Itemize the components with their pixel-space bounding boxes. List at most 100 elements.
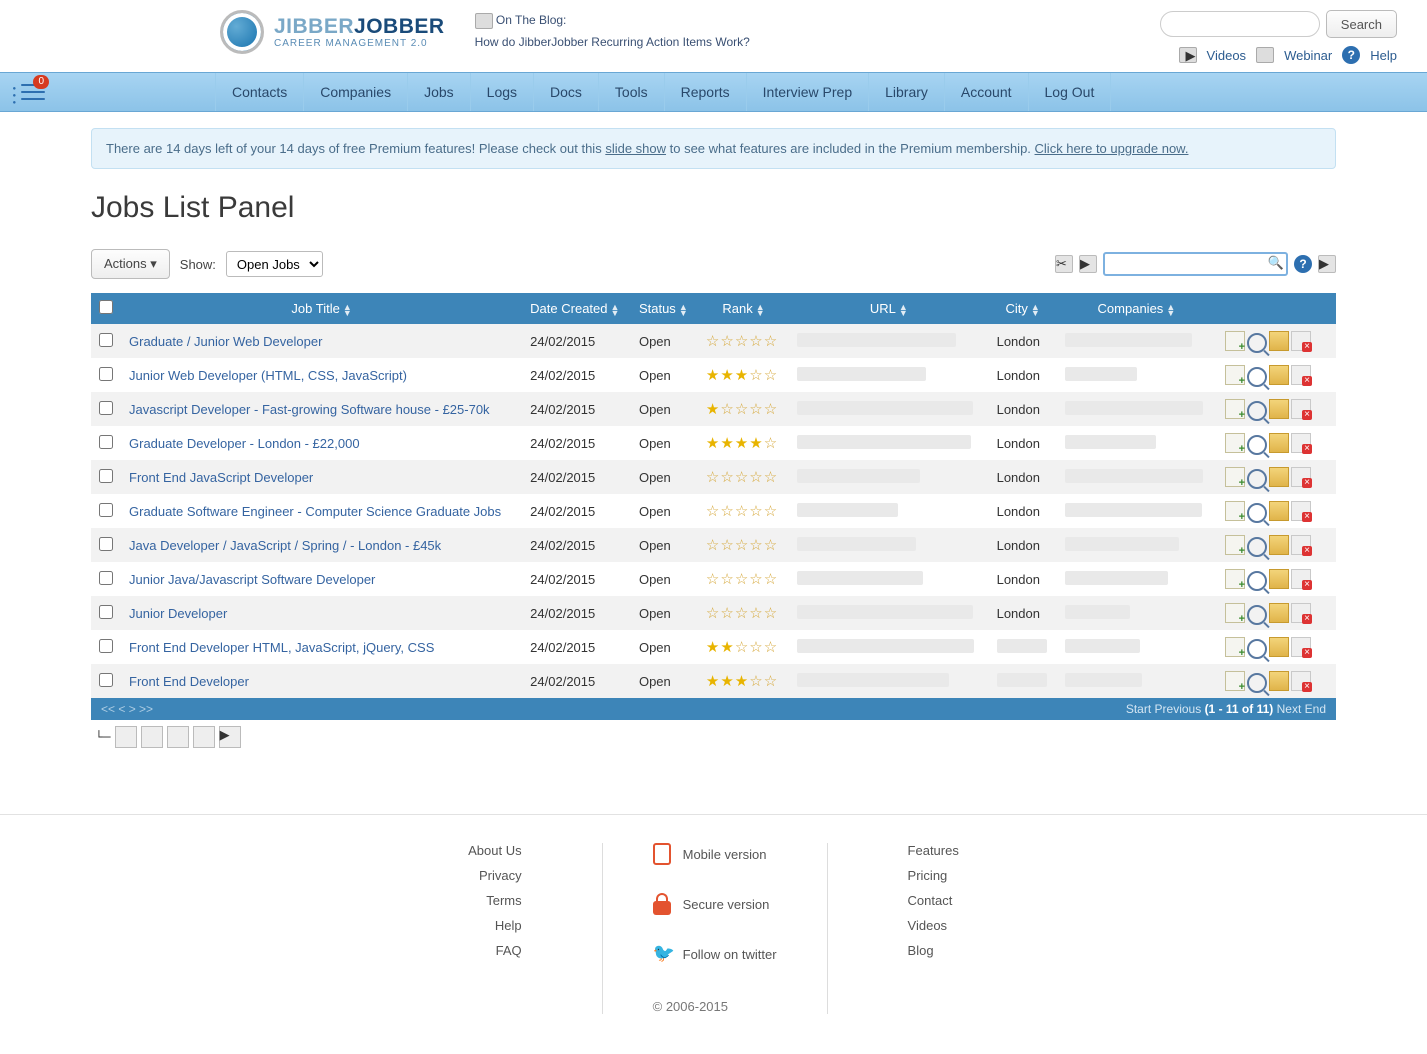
view-icon[interactable] — [1247, 571, 1267, 591]
play-icon[interactable]: ▶ — [219, 726, 241, 748]
nav-jobs[interactable]: Jobs — [407, 73, 470, 111]
export-icon[interactable] — [193, 726, 215, 748]
videos-link[interactable]: Videos — [1207, 48, 1247, 63]
pager-prev[interactable]: Previous — [1155, 702, 1202, 716]
log-icon[interactable] — [1225, 331, 1245, 351]
scissors-icon[interactable]: ✂ — [1055, 255, 1073, 273]
col-url[interactable]: URL▲▼ — [789, 293, 988, 324]
nav-docs[interactable]: Docs — [533, 73, 598, 111]
show-select[interactable]: Open Jobs — [226, 251, 323, 277]
actions-button[interactable]: Actions — [91, 249, 170, 279]
delete-icon[interactable] — [1291, 671, 1311, 691]
play-icon[interactable]: ▶ — [1079, 255, 1097, 273]
edit-icon[interactable] — [1269, 331, 1289, 351]
blog-link[interactable]: How do JibberJobber Recurring Action Ite… — [475, 35, 750, 49]
job-title-link[interactable]: Java Developer / JavaScript / Spring / -… — [129, 538, 441, 553]
row-checkbox[interactable] — [99, 605, 113, 619]
rank-cell[interactable]: ★★★★☆ — [698, 426, 789, 460]
view-icon[interactable] — [1247, 333, 1267, 353]
help-icon[interactable]: ? — [1294, 255, 1312, 273]
select-all-checkbox[interactable] — [99, 300, 113, 314]
delete-icon[interactable] — [1291, 637, 1311, 657]
row-checkbox[interactable] — [99, 367, 113, 381]
secure-link[interactable]: Secure version — [683, 897, 770, 912]
search-input[interactable] — [1160, 11, 1320, 37]
footer-link-help[interactable]: Help — [468, 918, 521, 933]
slideshow-link[interactable]: slide show — [605, 141, 666, 156]
view-icon[interactable] — [1247, 503, 1267, 523]
mobile-link[interactable]: Mobile version — [683, 847, 767, 862]
filter-input[interactable] — [1103, 252, 1288, 276]
edit-icon[interactable] — [1269, 671, 1289, 691]
log-icon[interactable] — [1225, 535, 1245, 555]
delete-icon[interactable] — [1291, 433, 1311, 453]
rank-cell[interactable]: ☆☆☆☆☆ — [698, 596, 789, 630]
footer-link-contact[interactable]: Contact — [908, 893, 959, 908]
row-checkbox[interactable] — [99, 503, 113, 517]
delete-icon[interactable] — [115, 726, 137, 748]
pager-next[interactable]: Next — [1277, 702, 1302, 716]
log-icon[interactable] — [1225, 603, 1245, 623]
col-companies[interactable]: Companies▲▼ — [1057, 293, 1216, 324]
rank-cell[interactable]: ★★☆☆☆ — [698, 630, 789, 664]
view-icon[interactable] — [1247, 673, 1267, 693]
log-icon[interactable] — [1225, 501, 1245, 521]
footer-link-terms[interactable]: Terms — [468, 893, 521, 908]
nav-interview-prep[interactable]: Interview Prep — [746, 73, 868, 111]
log-icon[interactable] — [1225, 467, 1245, 487]
col-job-title[interactable]: Job Title▲▼ — [121, 293, 522, 324]
view-icon[interactable] — [1247, 605, 1267, 625]
delete-icon[interactable] — [1291, 399, 1311, 419]
nav-library[interactable]: Library — [868, 73, 944, 111]
log-icon[interactable] — [1225, 637, 1245, 657]
log-icon[interactable] — [1225, 433, 1245, 453]
search-icon[interactable]: 🔍 — [1268, 255, 1284, 271]
rank-cell[interactable]: ★★★☆☆ — [698, 664, 789, 698]
edit-icon[interactable] — [1269, 603, 1289, 623]
edit-icon[interactable] — [1269, 501, 1289, 521]
job-title-link[interactable]: Graduate / Junior Web Developer — [129, 334, 322, 349]
job-title-link[interactable]: Graduate Developer - London - £22,000 — [129, 436, 360, 451]
edit-icon[interactable] — [1269, 399, 1289, 419]
job-title-link[interactable]: Graduate Software Engineer - Computer Sc… — [129, 504, 501, 519]
job-title-link[interactable]: Junior Developer — [129, 606, 227, 621]
delete-icon[interactable] — [1291, 603, 1311, 623]
footer-link-blog[interactable]: Blog — [908, 943, 959, 958]
rank-cell[interactable]: ☆☆☆☆☆ — [698, 528, 789, 562]
job-title-link[interactable]: Javascript Developer - Fast-growing Soft… — [129, 402, 490, 417]
webinar-link[interactable]: Webinar — [1284, 48, 1332, 63]
job-title-link[interactable]: Front End JavaScript Developer — [129, 470, 313, 485]
pager-arrows[interactable]: << < > >> — [101, 702, 153, 716]
upgrade-link[interactable]: Click here to upgrade now. — [1035, 141, 1189, 156]
log-icon[interactable] — [1225, 365, 1245, 385]
row-checkbox[interactable] — [99, 435, 113, 449]
log-icon[interactable] — [1225, 671, 1245, 691]
logo[interactable]: JIBBERJOBBER CAREER MANAGEMENT 2.0 — [220, 10, 445, 54]
columns-icon[interactable] — [141, 726, 163, 748]
edit-icon[interactable] — [1269, 569, 1289, 589]
view-icon[interactable] — [1247, 401, 1267, 421]
delete-icon[interactable] — [1291, 535, 1311, 555]
view-icon[interactable] — [1247, 639, 1267, 659]
delete-icon[interactable] — [1291, 331, 1311, 351]
col-date[interactable]: Date Created▲▼ — [522, 293, 631, 324]
row-checkbox[interactable] — [99, 333, 113, 347]
footer-link-faq[interactable]: FAQ — [468, 943, 521, 958]
row-checkbox[interactable] — [99, 673, 113, 687]
play-icon[interactable]: ▶ — [1318, 255, 1336, 273]
rank-cell[interactable]: ★☆☆☆☆ — [698, 392, 789, 426]
nav-logs[interactable]: Logs — [470, 73, 533, 111]
delete-icon[interactable] — [1291, 501, 1311, 521]
view-icon[interactable] — [1247, 469, 1267, 489]
search-button[interactable]: Search — [1326, 10, 1397, 38]
log-icon[interactable] — [1225, 399, 1245, 419]
delete-icon[interactable] — [1291, 365, 1311, 385]
nav-account[interactable]: Account — [944, 73, 1028, 111]
nav-companies[interactable]: Companies — [303, 73, 407, 111]
help-link[interactable]: Help — [1370, 48, 1397, 63]
view-icon[interactable] — [1247, 537, 1267, 557]
footer-link-pricing[interactable]: Pricing — [908, 868, 959, 883]
col-city[interactable]: City▲▼ — [989, 293, 1057, 324]
edit-icon[interactable] — [1269, 433, 1289, 453]
nav-contacts[interactable]: Contacts — [215, 73, 303, 111]
